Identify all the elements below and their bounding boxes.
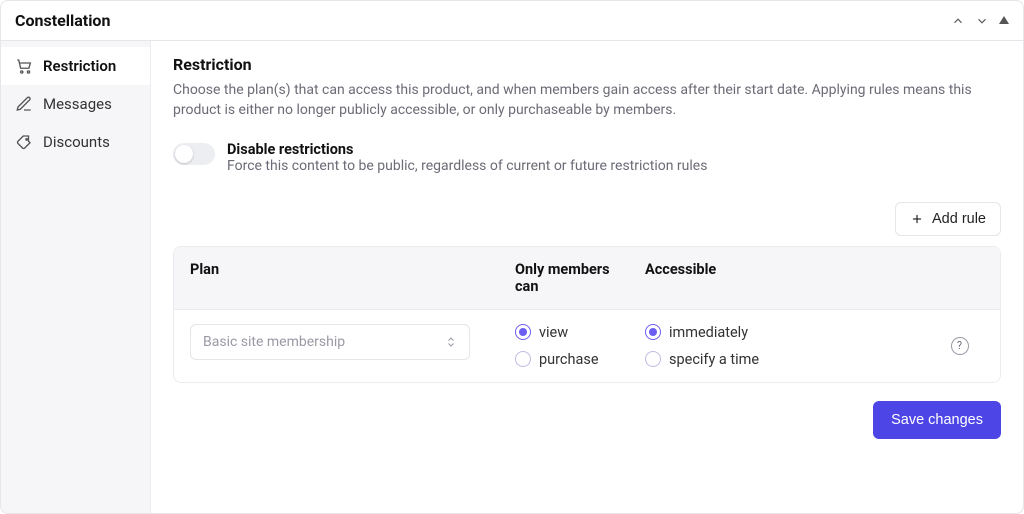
- sidebar-item-label: Messages: [43, 95, 112, 113]
- add-rule-label: Add rule: [932, 211, 986, 227]
- select-chevron-icon: [445, 336, 457, 348]
- toggle-subtitle: Force this content to be public, regardl…: [227, 158, 707, 174]
- rules-table: Plan Only members can Accessible Basic s…: [173, 246, 1001, 383]
- radio-label: specify a time: [669, 351, 759, 368]
- cart-icon: [15, 57, 33, 75]
- chevron-down-icon[interactable]: [975, 14, 989, 28]
- footer: Save changes: [173, 383, 1001, 439]
- disable-restrictions-row: Disable restrictions Force this content …: [173, 141, 1001, 174]
- section-description: Choose the plan(s) that can access this …: [173, 80, 1001, 121]
- radio-icon: [515, 324, 531, 340]
- access-immediately-radio[interactable]: immediately: [645, 324, 903, 341]
- members-view-radio[interactable]: view: [515, 324, 613, 341]
- th-access: Accessible: [629, 247, 919, 309]
- table-header: Plan Only members can Accessible: [174, 247, 1000, 310]
- edit-icon: [15, 95, 33, 113]
- th-members: Only members can: [499, 247, 629, 309]
- plus-icon: [910, 212, 924, 226]
- td-actions: ?: [919, 310, 1000, 382]
- th-actions: [919, 247, 1000, 309]
- table-row: Basic site membership view: [174, 310, 1000, 382]
- titlebar-controls: [951, 14, 1009, 28]
- toggle-labels: Disable restrictions Force this content …: [227, 141, 707, 174]
- panel: Constellation Restriction: [0, 0, 1024, 514]
- tag-icon: [15, 133, 33, 151]
- help-glyph: ?: [957, 339, 962, 352]
- sidebar-item-restriction[interactable]: Restriction: [1, 47, 150, 85]
- sidebar-item-label: Discounts: [43, 133, 110, 151]
- section-heading: Restriction: [173, 55, 1001, 74]
- radio-label: purchase: [539, 351, 599, 368]
- chevron-up-icon[interactable]: [951, 14, 965, 28]
- td-members: view purchase: [499, 310, 629, 382]
- toggle-title: Disable restrictions: [227, 141, 707, 158]
- sidebar-item-messages[interactable]: Messages: [1, 85, 150, 123]
- sidebar-item-discounts[interactable]: Discounts: [1, 123, 150, 161]
- radio-icon: [645, 324, 661, 340]
- main-content: Restriction Choose the plan(s) that can …: [151, 41, 1023, 513]
- panel-body: Restriction Messages Discounts Restricti…: [1, 41, 1023, 513]
- td-access: immediately specify a time: [629, 310, 919, 382]
- help-icon[interactable]: ?: [951, 337, 969, 355]
- add-rule-row: Add rule: [173, 202, 1001, 236]
- access-specify-radio[interactable]: specify a time: [645, 351, 903, 368]
- td-plan: Basic site membership: [174, 310, 499, 382]
- members-purchase-radio[interactable]: purchase: [515, 351, 613, 368]
- plan-select-value: Basic site membership: [203, 334, 345, 350]
- radio-label: immediately: [669, 324, 748, 341]
- sidebar: Restriction Messages Discounts: [1, 41, 151, 513]
- panel-title: Constellation: [15, 11, 110, 30]
- radio-icon: [515, 351, 531, 367]
- toggle-knob: [175, 145, 193, 163]
- radio-label: view: [539, 324, 568, 341]
- radio-icon: [645, 351, 661, 367]
- plan-select[interactable]: Basic site membership: [190, 324, 470, 360]
- disable-restrictions-toggle[interactable]: [173, 143, 215, 165]
- sidebar-item-label: Restriction: [43, 57, 116, 75]
- save-button[interactable]: Save changes: [873, 401, 1001, 439]
- th-plan: Plan: [174, 247, 499, 309]
- titlebar: Constellation: [1, 1, 1023, 41]
- collapse-icon[interactable]: [999, 14, 1009, 28]
- add-rule-button[interactable]: Add rule: [895, 202, 1001, 236]
